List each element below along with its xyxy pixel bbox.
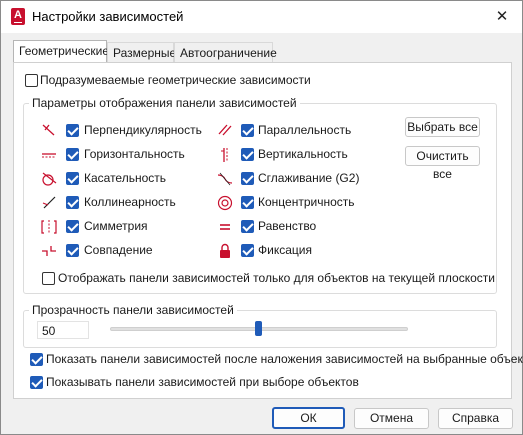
equal-label: Равенство (258, 219, 317, 233)
symmetric-label: Симметрия (84, 219, 148, 233)
concentric-icon (217, 195, 233, 211)
horizontal-checkbox[interactable] (66, 148, 79, 161)
constraint-settings-dialog: A Настройки зависимостей ✕ Геометрически… (0, 0, 523, 435)
tangent-checkbox[interactable] (66, 172, 79, 185)
concentric-checkbox[interactable] (241, 196, 254, 209)
transparency-slider-thumb[interactable] (255, 321, 262, 336)
horizontal-icon (42, 153, 56, 158)
select-all-button[interactable]: Выбрать все (405, 117, 480, 137)
autocad-logo-icon: A (11, 8, 25, 25)
show-on-select-checkbox[interactable] (30, 376, 43, 389)
coincident-icon (42, 246, 56, 256)
perpendicular-label: Перпендикулярность (84, 123, 202, 137)
infer-constraints-label: Подразумеваемые геометрические зависимос… (40, 73, 311, 87)
fix-label: Фиксация (258, 243, 312, 257)
window-title: Настройки зависимостей (32, 9, 184, 24)
close-button[interactable]: ✕ (487, 5, 517, 29)
vertical-checkbox[interactable] (241, 148, 254, 161)
fix-checkbox[interactable] (241, 244, 254, 257)
show-after-apply-checkbox[interactable] (30, 353, 43, 366)
perpendicular-checkbox[interactable] (66, 124, 79, 137)
smooth-checkbox[interactable] (241, 172, 254, 185)
tab-autoconstrain[interactable]: Автоограничение (174, 42, 277, 63)
concentric-label: Концентричность (258, 195, 355, 209)
tab-dimensional[interactable]: Размерные (107, 42, 176, 63)
smooth-icon (217, 172, 233, 186)
transparency-title: Прозрачность панели зависимостей (29, 303, 237, 317)
tab-geometric[interactable]: Геометрические (13, 40, 109, 63)
ok-button[interactable]: ОК (272, 407, 345, 429)
clear-all-button[interactable]: Очистить все (405, 146, 480, 181)
parallel-checkbox[interactable] (241, 124, 254, 137)
vertical-icon (221, 148, 228, 162)
current-plane-label: Отображать панели зависимостей только дл… (58, 271, 495, 285)
help-button[interactable]: Справка (438, 408, 513, 429)
tangent-icon (42, 172, 57, 186)
vertical-label: Вертикальность (258, 147, 348, 161)
current-plane-checkbox[interactable] (42, 272, 55, 285)
symmetric-icon (41, 220, 57, 234)
show-on-select-label: Показывать панели зависимостей при выбор… (46, 375, 359, 389)
smooth-label: Сглаживание (G2) (258, 171, 360, 185)
coincident-label: Совпадение (84, 243, 153, 257)
perpendicular-icon (42, 124, 55, 136)
cancel-button[interactable]: Отмена (354, 408, 429, 429)
horizontal-label: Горизонтальность (84, 147, 185, 161)
collinear-label: Коллинеарность (84, 195, 176, 209)
collinear-icon (42, 196, 56, 209)
equal-icon (220, 224, 230, 230)
infer-constraints-checkbox[interactable] (25, 74, 38, 87)
parallel-icon (218, 124, 232, 136)
show-after-apply-label: Показать панели зависимостей после налож… (46, 352, 523, 366)
symmetric-checkbox[interactable] (66, 220, 79, 233)
lock-icon (220, 243, 230, 258)
constraint-bar-display-title: Параметры отображения панели зависимосте… (29, 96, 300, 110)
tangent-label: Касательность (84, 171, 167, 185)
equal-checkbox[interactable] (241, 220, 254, 233)
coincident-checkbox[interactable] (66, 244, 79, 257)
parallel-label: Параллельность (258, 123, 352, 137)
collinear-checkbox[interactable] (66, 196, 79, 209)
transparency-input[interactable]: 50 (37, 321, 89, 339)
title-bar: A Настройки зависимостей ✕ (1, 1, 522, 33)
